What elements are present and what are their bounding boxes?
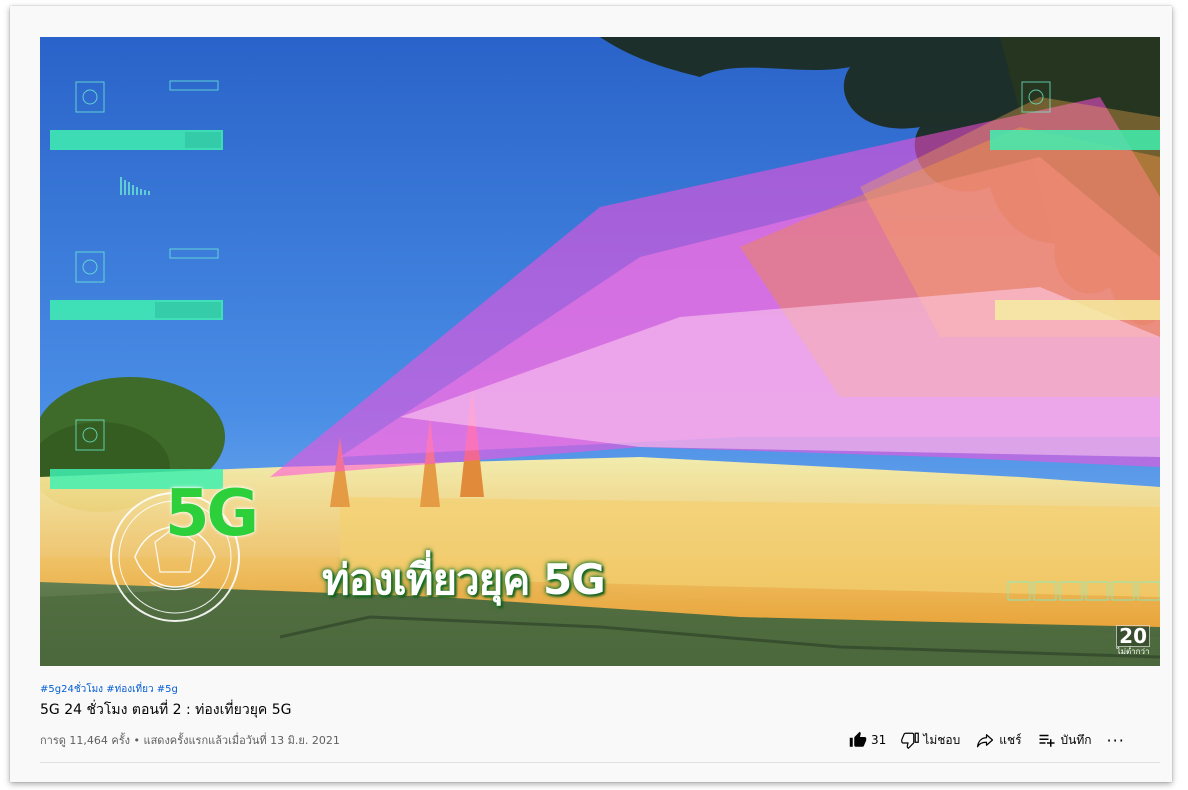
video-actions: 31 ไม่ชอบ แชร์ บันทึก ··· <box>849 729 1125 751</box>
save-button[interactable]: บันทึก <box>1037 731 1092 750</box>
playlist-add-icon <box>1039 734 1055 747</box>
more-actions-button[interactable]: ··· <box>1107 731 1125 750</box>
video-title: 5G 24 ชั่วโมง ตอนที่ 2 : ท่องเที่ยวยุค 5… <box>40 702 292 718</box>
age-rating-sub: ไม่ต่ำกว่า <box>1116 647 1150 656</box>
age-rating-badge: 20 ไม่ต่ำกว่า <box>1116 625 1150 656</box>
share-label: แชร์ <box>999 732 1022 747</box>
video-player[interactable]: 5G ท่องเที่ยวยุค 5G 20 ไม่ต่ำกว่า <box>40 37 1160 666</box>
save-label: บันทึก <box>1060 732 1092 747</box>
like-count: 31 <box>871 733 887 747</box>
like-button[interactable]: 31 <box>849 731 886 749</box>
dislike-label: ไม่ชอบ <box>923 732 961 747</box>
more-icon: ··· <box>1106 730 1125 750</box>
age-rating-number: 20 <box>1116 625 1150 647</box>
dislike-button[interactable]: ไม่ชอบ <box>901 731 960 750</box>
thumbs-up-icon <box>849 731 867 747</box>
overlay-5g-logo: 5G <box>165 477 259 551</box>
share-button[interactable]: แชร์ <box>975 731 1022 750</box>
divider <box>40 762 1160 763</box>
thumbs-down-icon <box>901 732 920 749</box>
hashtag-links[interactable]: #5g24ชั่วโมง #ท่องเที่ยว #5g <box>40 682 178 697</box>
share-arrow-icon <box>977 734 994 748</box>
video-meta: การดู 11,464 ครั้ง • แสดงครั้งแรกแล้วเมื… <box>40 734 340 747</box>
overlay-caption: ท่องเที่ยวยุค 5G <box>322 555 606 604</box>
